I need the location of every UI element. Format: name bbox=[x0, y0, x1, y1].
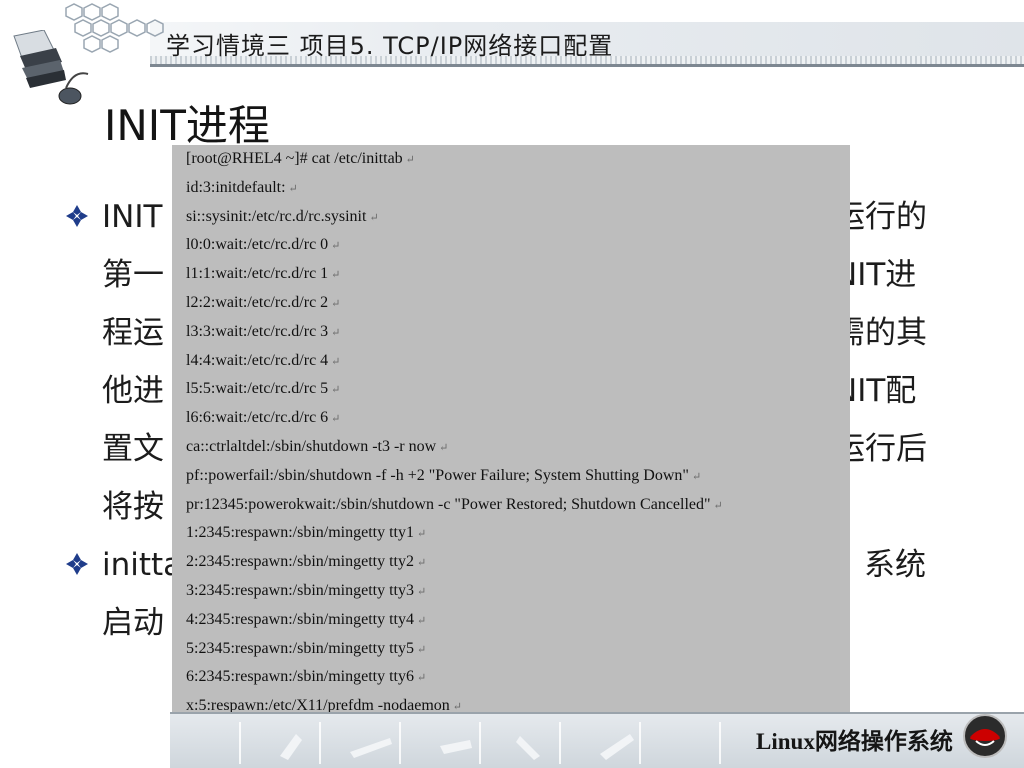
books-mouse-logo-icon bbox=[13, 30, 89, 105]
terminal-line: 5:2345:respawn:/sbin/mingetty tty5 ↵ bbox=[186, 639, 427, 657]
slide-title: INIT进程 bbox=[104, 101, 270, 150]
terminal-line: si::sysinit:/etc/rc.d/rc.sysinit ↵ bbox=[186, 207, 379, 225]
diamond-bullet-icon bbox=[66, 553, 88, 575]
terminal-line: l1:1:wait:/etc/rc.d/rc 1 ↵ bbox=[186, 265, 341, 283]
footer-label: Linux网络操作系统 bbox=[756, 729, 953, 754]
terminal-line: 4:2345:respawn:/sbin/mingetty tty4 ↵ bbox=[186, 610, 427, 628]
header-divider bbox=[150, 64, 1024, 67]
terminal-line: 1:2345:respawn:/sbin/mingetty tty1 ↵ bbox=[186, 524, 427, 542]
terminal-line: 3:2345:respawn:/sbin/mingetty tty3 ↵ bbox=[186, 581, 427, 599]
footer-decoration-icon bbox=[239, 722, 721, 764]
terminal-line: l3:3:wait:/etc/rc.d/rc 3 ↵ bbox=[186, 322, 341, 340]
slide: 学习情境三 项目5. TCP/IP网络接口配置 INIT进程 INIT 第一 程… bbox=[0, 0, 1024, 768]
terminal-line: l5:5:wait:/etc/rc.d/rc 5 ↵ bbox=[186, 380, 341, 398]
terminal-line: 2:2345:respawn:/sbin/mingetty tty2 ↵ bbox=[186, 553, 427, 571]
terminal-line: l6:6:wait:/etc/rc.d/rc 6 ↵ bbox=[186, 409, 341, 427]
terminal-line: pr:12345:powerokwait:/sbin/shutdown -c "… bbox=[186, 495, 723, 513]
redhat-shadowman-icon bbox=[963, 714, 1007, 758]
terminal-line: id:3:initdefault: ↵ bbox=[186, 178, 298, 196]
terminal-line: l2:2:wait:/etc/rc.d/rc 2 ↵ bbox=[186, 293, 341, 311]
header-title: 学习情境三 项目5. TCP/IP网络接口配置 bbox=[166, 32, 614, 60]
body-line-fragment: 系统 bbox=[864, 547, 926, 583]
terminal-line: 6:2345:respawn:/sbin/mingetty tty6 ↵ bbox=[186, 668, 427, 686]
inittab-terminal-output: [root@RHEL4 ~]# cat /etc/inittab ↵ id:3:i… bbox=[172, 145, 850, 719]
terminal-line: l0:0:wait:/etc/rc.d/rc 0 ↵ bbox=[186, 236, 341, 254]
footer-divider bbox=[170, 712, 1024, 714]
terminal-line: pf::powerfail:/sbin/shutdown -f -h +2 "P… bbox=[186, 466, 702, 484]
terminal-line: l4:4:wait:/etc/rc.d/rc 4 ↵ bbox=[186, 351, 341, 369]
terminal-line: [root@RHEL4 ~]# cat /etc/inittab ↵ bbox=[186, 150, 415, 167]
terminal-line: ca::ctrlaltdel:/sbin/shutdown -t3 -r now… bbox=[186, 437, 449, 455]
diamond-bullet-icon bbox=[66, 205, 88, 227]
